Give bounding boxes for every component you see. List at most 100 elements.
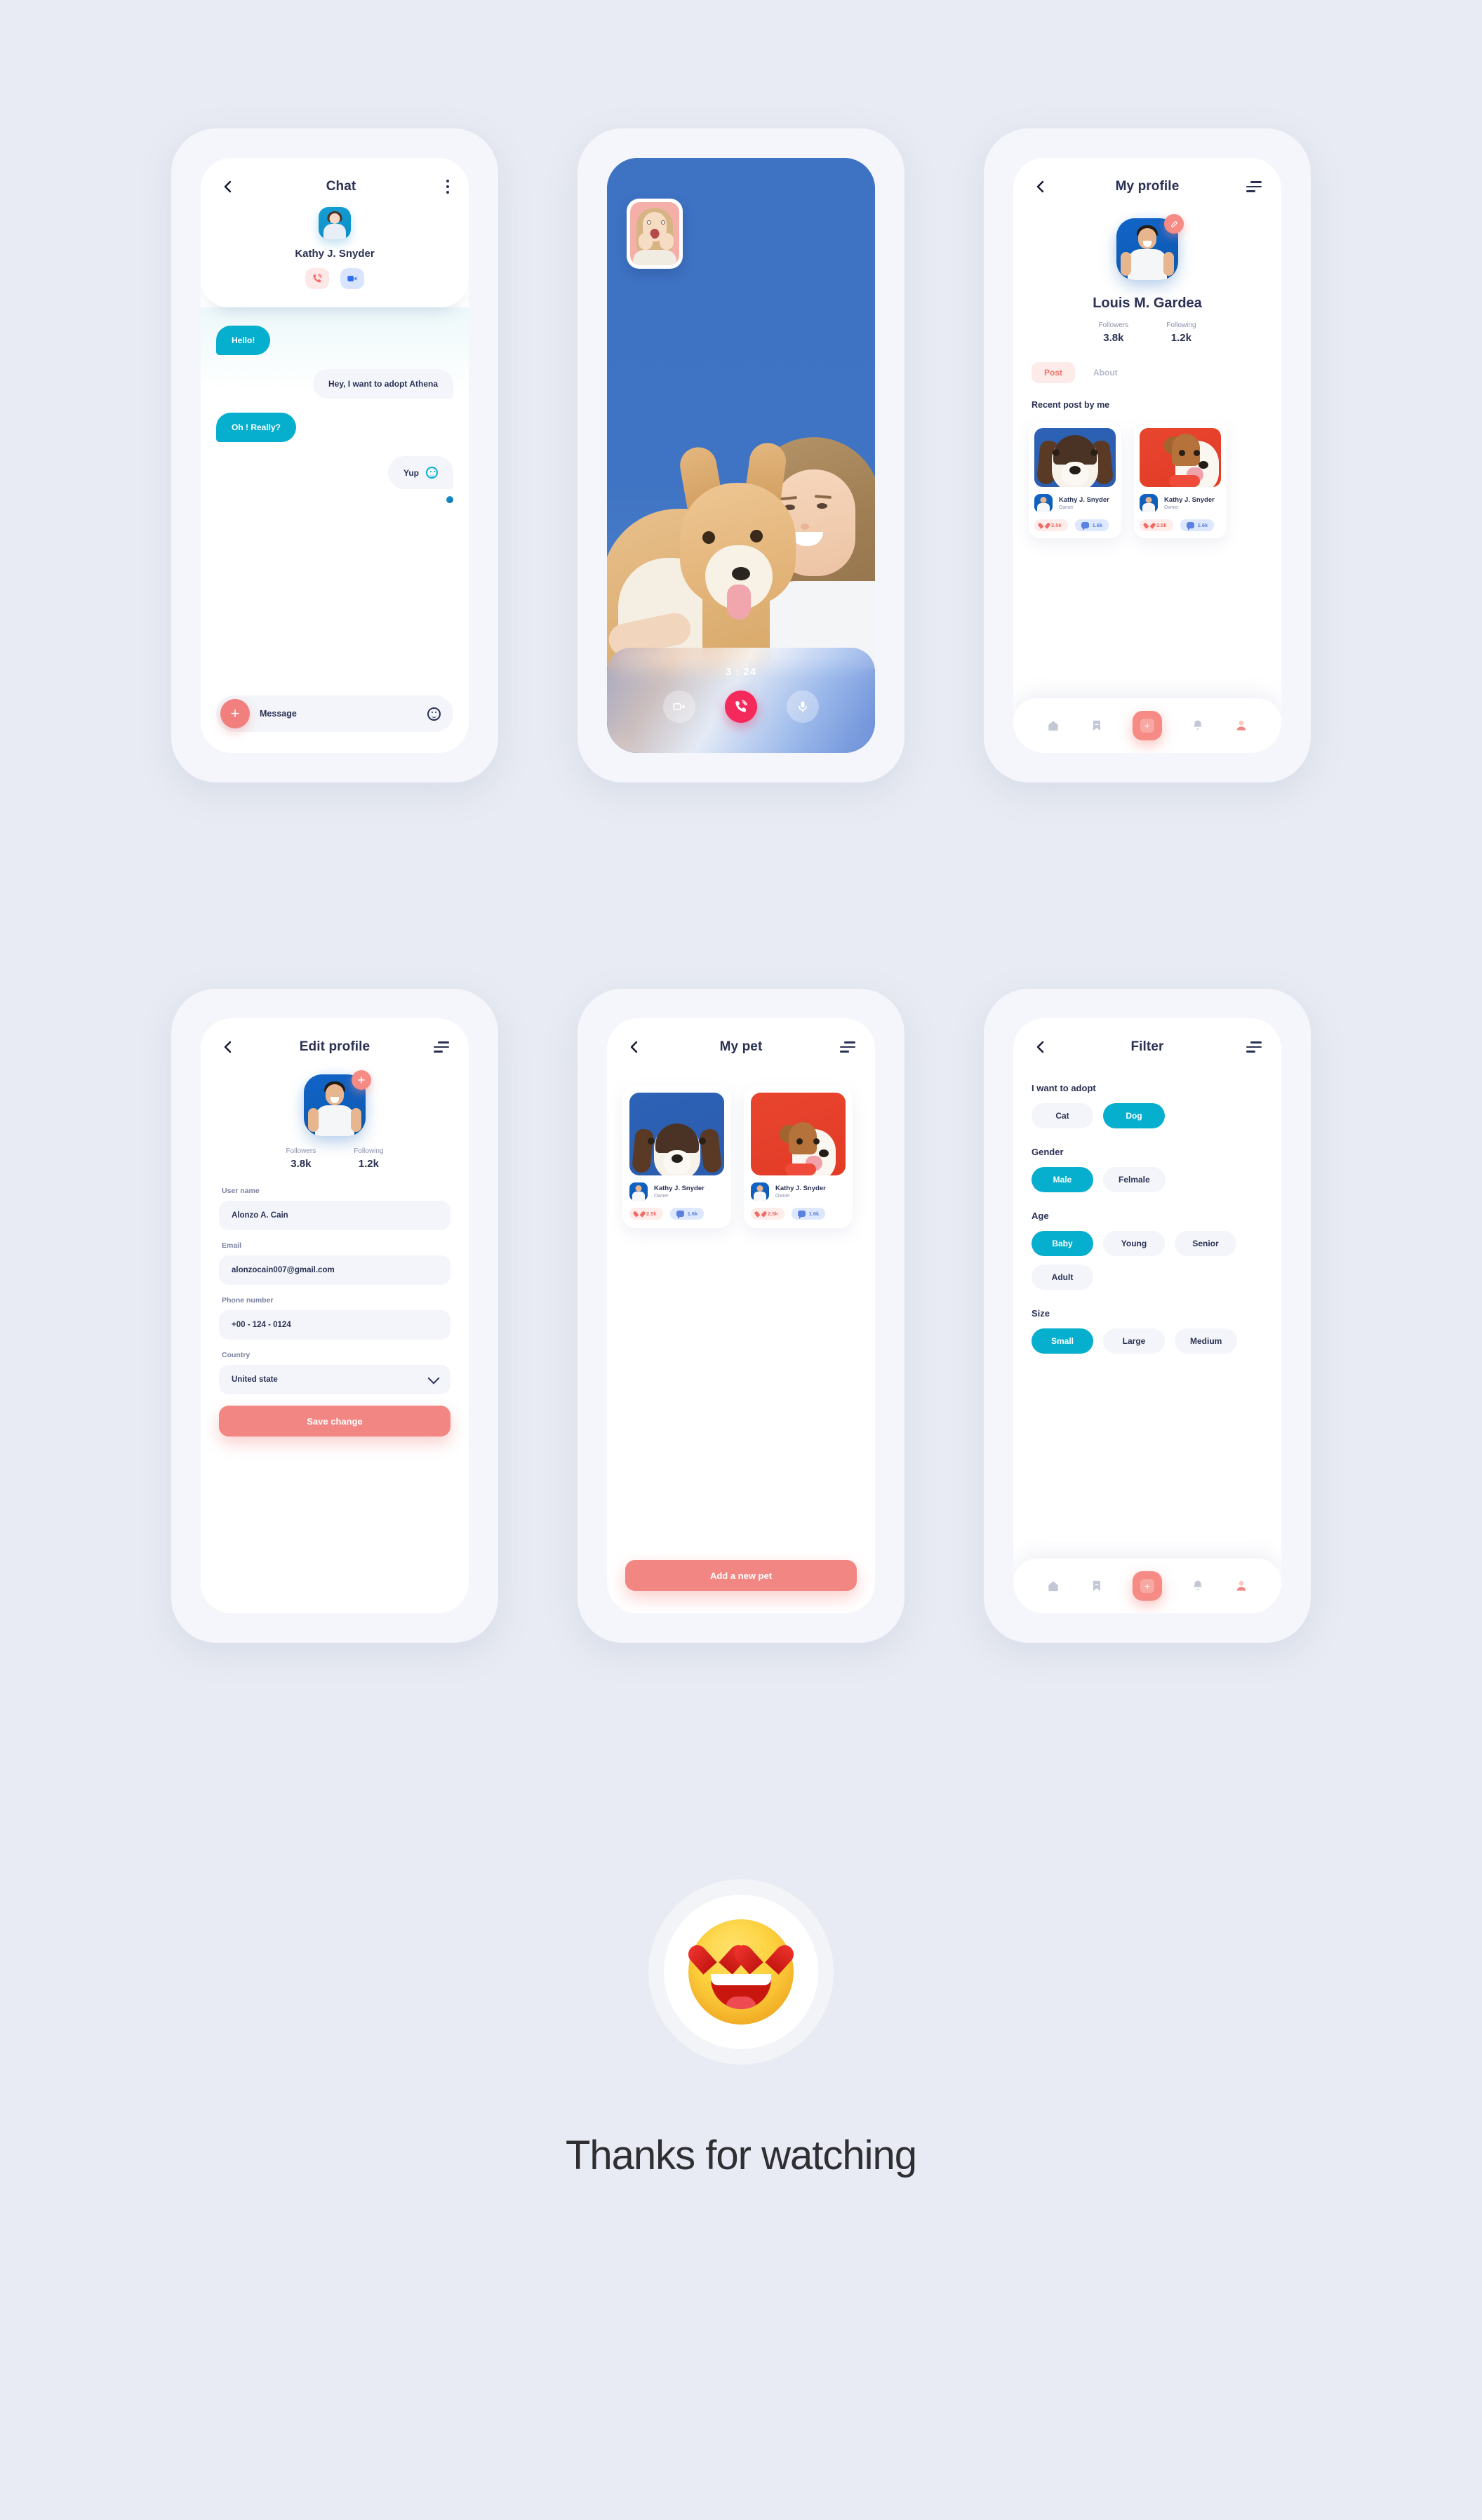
message-input-bar[interactable]: + Message (216, 695, 453, 732)
chip-adult[interactable]: Adult (1032, 1265, 1093, 1290)
comment-badge[interactable]: 1.6k (1180, 519, 1215, 531)
filter-slider-icon[interactable] (840, 1041, 855, 1053)
filter-group-gender: Gender Male Felmale (1013, 1147, 1281, 1192)
chip-young[interactable]: Young (1103, 1231, 1165, 1256)
tab-about[interactable]: About (1081, 362, 1130, 383)
heart-eyes-emoji (664, 1895, 818, 2049)
home-icon[interactable] (1046, 1578, 1061, 1594)
save-button[interactable]: Save change (219, 1406, 450, 1436)
stat-following[interactable]: Following 1.2k (1166, 321, 1196, 344)
filter-group-adopt: I want to adopt Cat Dog (1013, 1083, 1281, 1128)
stat-following[interactable]: Following 1.2k (354, 1147, 383, 1170)
add-new-pet-button[interactable]: Add a new pet (625, 1560, 857, 1591)
like-badge[interactable]: 2.5k (629, 1208, 663, 1220)
chip-small[interactable]: Small (1032, 1328, 1093, 1354)
like-badge[interactable]: 2.5k (1034, 519, 1068, 531)
stat-value: 1.2k (1170, 332, 1191, 344)
chip-medium[interactable]: Medium (1175, 1328, 1238, 1354)
pet-card[interactable]: Kathy J. Snyder Owner 2.5k 1.6k (622, 1086, 731, 1228)
user-name-input[interactable]: Alonzo A. Cain (219, 1201, 450, 1230)
post-owner-name: Kathy J. Snyder (1164, 495, 1215, 504)
like-badge[interactable]: 2.5k (751, 1208, 785, 1220)
video-camera-icon[interactable] (340, 268, 364, 289)
chat-bubble-text: Yup (403, 467, 419, 478)
comment-badge[interactable]: 1.6k (669, 1208, 705, 1220)
person-icon[interactable] (1234, 718, 1249, 733)
chat-message-list: Hello! Hey, I want to adopt Athena Oh ! … (201, 307, 469, 503)
pet-owner-role: Owner (775, 1194, 790, 1199)
stat-followers[interactable]: Followers 3.8k (1098, 321, 1128, 344)
bell-icon[interactable] (1190, 1578, 1206, 1594)
video-call-screen: 3 : 24 (607, 158, 875, 753)
filter-slider-icon[interactable] (433, 1041, 449, 1053)
field-phone-number: Phone number +00 - 124 - 0124 (201, 1296, 469, 1340)
chip-row: Small Large Medium (1013, 1328, 1281, 1354)
bookmark-icon[interactable] (1089, 1578, 1104, 1594)
back-icon[interactable] (627, 1039, 642, 1055)
comment-icon (797, 1211, 806, 1219)
heart-eye-left-icon (701, 1940, 735, 1971)
like-badge[interactable]: 2.5k (1140, 519, 1173, 531)
chip-large[interactable]: Large (1103, 1328, 1165, 1354)
bookmark-icon[interactable] (1089, 718, 1104, 733)
avatar (629, 1182, 648, 1201)
pencil-icon[interactable] (1164, 214, 1184, 234)
back-icon[interactable] (220, 1039, 236, 1055)
chevron-down-icon (427, 1372, 440, 1384)
contact-avatar[interactable] (319, 207, 351, 239)
chip-cat[interactable]: Cat (1032, 1103, 1093, 1128)
phone-call-icon[interactable] (305, 268, 329, 289)
add-post-button[interactable]: + (1133, 1571, 1162, 1601)
profile-topbar: My profile (1013, 158, 1281, 194)
phone-frame-profile: My profile Louis M. Gardea Followers 3.8… (984, 128, 1311, 782)
back-icon[interactable] (1033, 1039, 1048, 1055)
filter-slider-icon[interactable] (1246, 1041, 1262, 1053)
emoji-icon[interactable] (427, 707, 441, 721)
home-icon[interactable] (1046, 718, 1061, 733)
chip-baby[interactable]: Baby (1032, 1231, 1093, 1256)
country-select[interactable]: United state (219, 1365, 450, 1394)
phone-frame-chat: Chat Kathy J. Snyder Hello! Hey, I want … (171, 128, 498, 782)
heart-icon (1041, 522, 1048, 528)
chip-row: Cat Dog (1013, 1103, 1281, 1128)
person-icon[interactable] (1234, 1578, 1249, 1594)
recent-posts-grid: Kathy J. Snyder Owner 2.5k 1.6k Kathy J.… (1013, 422, 1281, 538)
video-toggle-button[interactable] (663, 691, 695, 723)
chip-female[interactable]: Felmale (1103, 1167, 1166, 1192)
chip-dog[interactable]: Dog (1103, 1103, 1165, 1128)
post-card[interactable]: Kathy J. Snyder Owner 2.5k 1.6k (1029, 422, 1121, 538)
chip-male[interactable]: Male (1032, 1167, 1093, 1192)
filter-group-age: Age Baby Young Senior Adult (1013, 1211, 1281, 1290)
stat-label: Following (1166, 321, 1196, 329)
email-field[interactable]: alonzocain007@gmail.com (219, 1255, 450, 1285)
bottom-navigation: + (1013, 698, 1281, 753)
self-view-thumbnail[interactable] (627, 199, 683, 269)
tab-post[interactable]: Post (1032, 362, 1076, 383)
pet-card[interactable]: Kathy J. Snyder Owner 2.5k 1.6k (744, 1086, 853, 1228)
pet-owner-role: Owner (654, 1194, 669, 1199)
post-card[interactable]: Kathy J. Snyder Owner 2.5k 1.6k (1134, 422, 1227, 538)
avatar (1140, 494, 1158, 512)
comment-badge[interactable]: 1.6k (1074, 519, 1109, 531)
stat-label: Followers (286, 1147, 316, 1155)
mic-toggle-button[interactable] (787, 691, 819, 723)
more-vertical-icon[interactable] (446, 180, 449, 194)
edit-profile-form: User name Alonzo A. Cain Email alonzocai… (201, 1187, 469, 1394)
filter-slider-icon[interactable] (1246, 181, 1262, 192)
bell-icon[interactable] (1190, 718, 1206, 733)
back-icon[interactable] (1033, 179, 1048, 194)
profile-stats: Followers 3.8k Following 1.2k (201, 1147, 469, 1170)
attach-plus-button[interactable]: + (220, 699, 250, 728)
end-call-button[interactable] (725, 691, 757, 723)
stat-followers[interactable]: Followers 3.8k (286, 1147, 316, 1170)
edit-profile-screen: Edit profile Followers 3.8k Following 1.… (201, 1018, 469, 1613)
comment-badge[interactable]: 1.6k (791, 1208, 826, 1220)
page-title: Filter (1130, 1039, 1164, 1054)
message-row: Oh ! Really? (216, 413, 453, 456)
add-post-button[interactable]: + (1133, 711, 1162, 740)
phone-number-input[interactable]: +00 - 124 - 0124 (219, 1310, 450, 1340)
message-input[interactable]: Message (260, 709, 418, 719)
plus-icon[interactable] (352, 1070, 371, 1090)
back-icon[interactable] (220, 179, 236, 194)
chip-senior[interactable]: Senior (1175, 1231, 1236, 1256)
